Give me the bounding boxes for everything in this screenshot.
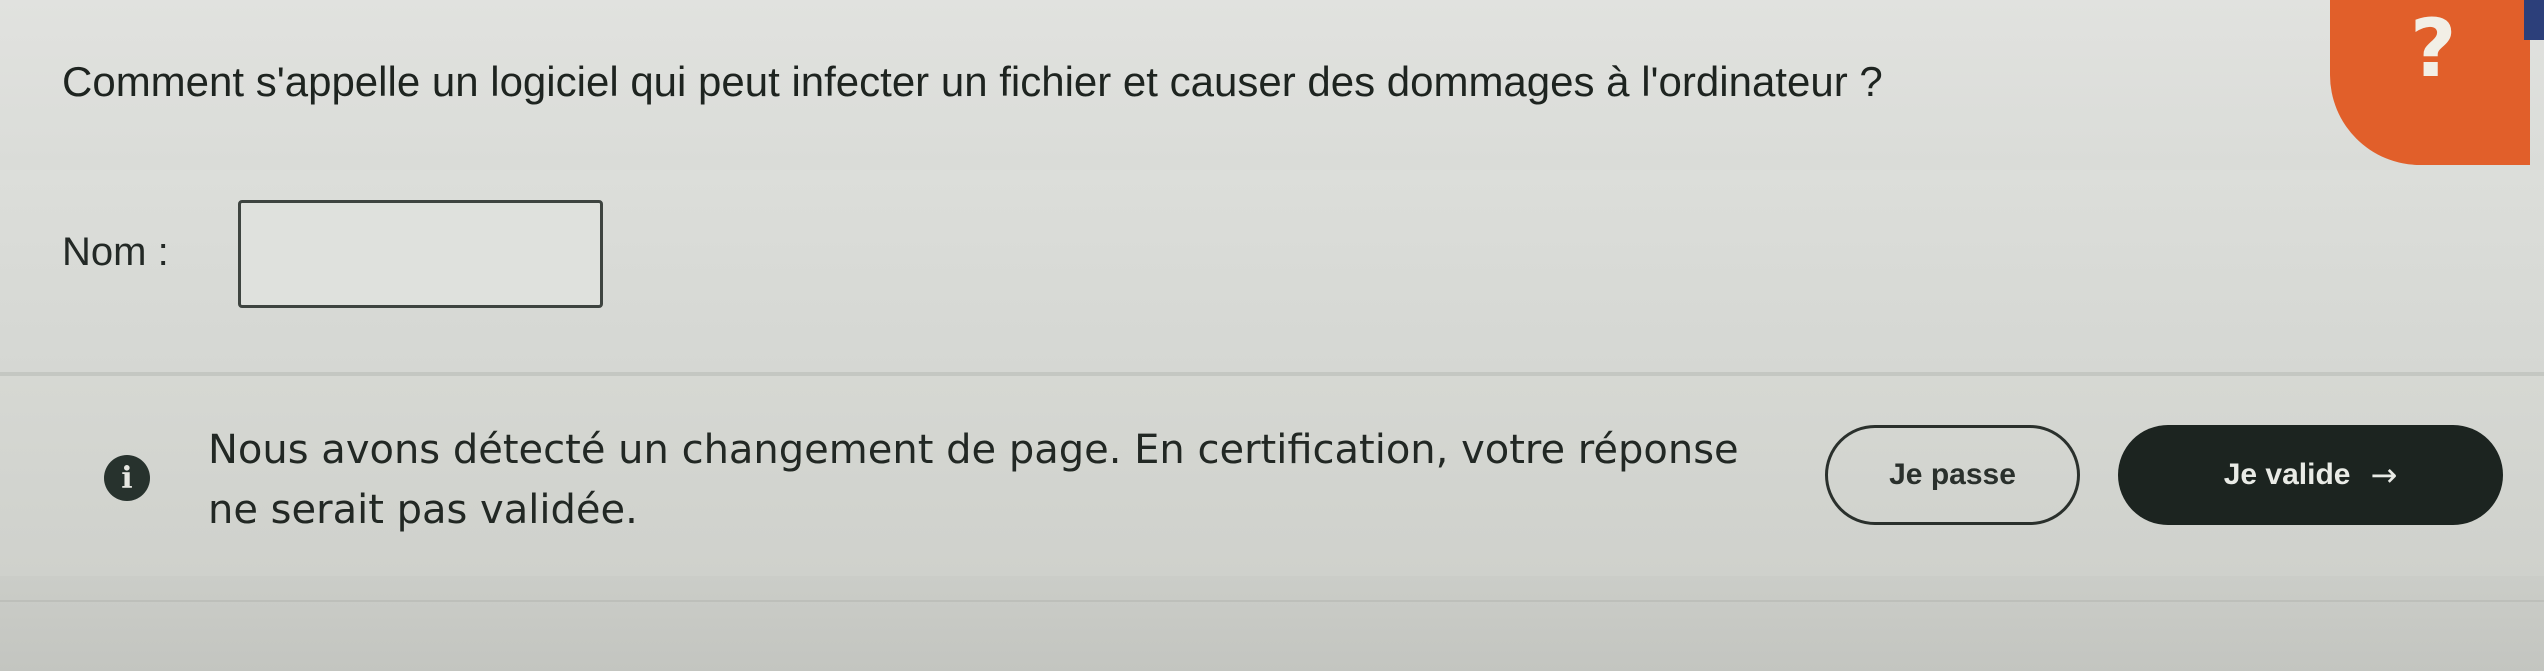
bottom-area [0, 576, 2544, 671]
name-input[interactable] [238, 200, 603, 308]
name-label: Nom : [62, 230, 169, 274]
help-question-icon[interactable]: ? [2410, 2, 2456, 95]
skip-button[interactable]: Je passe [1825, 425, 2080, 525]
corner-accent [2524, 0, 2544, 40]
validate-button[interactable]: Je valide → [2118, 425, 2503, 525]
info-icon: i [104, 455, 150, 501]
arrow-right-icon: → [2370, 456, 2398, 494]
page: Comment s'appelle un logiciel qui peut i… [0, 0, 2544, 671]
page-change-warning: Nous avons détecté un changement de page… [208, 427, 1739, 533]
validate-label: Je valide [2223, 458, 2351, 491]
question-text: Comment s'appelle un logiciel qui peut i… [62, 58, 1883, 105]
bottom-divider [0, 600, 2544, 602]
